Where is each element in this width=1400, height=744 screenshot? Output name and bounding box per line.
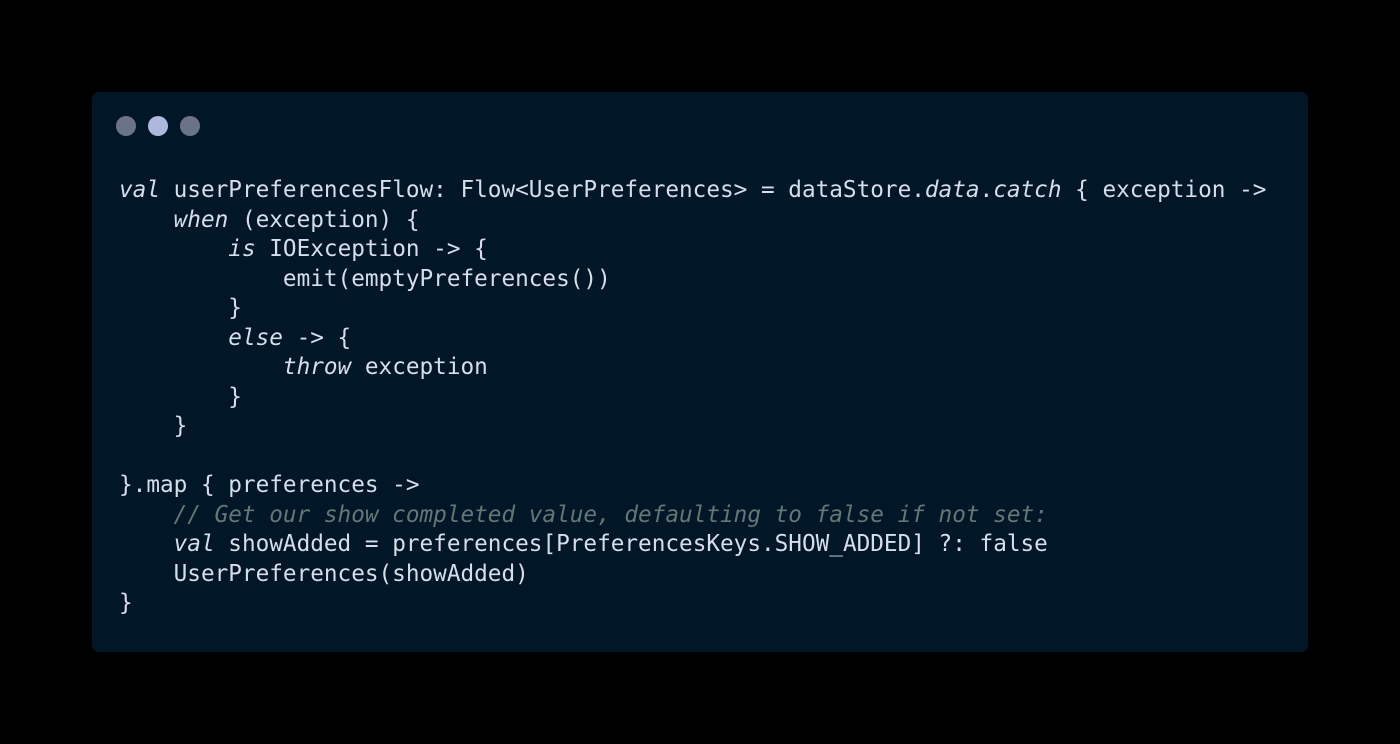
code-keyword: else [228,324,283,351]
code-line: when (exception) { [119,206,1266,236]
code-line: } [119,589,1266,619]
code-line: UserPreferences(showAdded) [119,560,1266,590]
code-keyword: val [119,177,160,203]
code-keyword: when [173,206,229,233]
code-line: val userPreferencesFlow: Flow<UserPrefer… [119,176,1266,206]
code-token: IOException -> { [255,236,488,262]
code-line: is IOException -> { [119,235,1266,265]
code-token: exception [351,354,488,380]
code-token: showAdded = preferences[PreferencesKeys.… [214,531,1048,557]
code-token: data [924,177,980,203]
code-keyword: is [228,236,256,262]
code-token: { exception -> [1061,177,1267,203]
code-token: } [119,413,188,439]
code-token: userPreferencesFlow: Flow<UserPreference… [159,177,925,203]
code-token: } [119,590,133,616]
code-token: }.map { preferences -> [119,472,420,498]
code-token: catch [993,177,1062,203]
close-button[interactable] [116,116,136,136]
code-line: }.map { preferences -> [119,471,1266,501]
code-keyword: throw [282,354,352,380]
code-token: } [119,383,242,410]
code-keyword: val [173,531,215,557]
code-token: -> { [282,324,352,351]
code-token: UserPreferences(showAdded) [119,560,529,587]
code-window: val userPreferencesFlow: Flow<UserPrefer… [92,92,1308,652]
code-line: else -> { [119,324,1266,354]
maximize-button[interactable] [180,116,200,136]
code-token: } [119,295,242,321]
code-comment: // Get our show completed value, default… [173,501,1048,528]
code-line: emit(emptyPreferences()) [119,265,1266,295]
minimize-button[interactable] [148,116,168,136]
code-line: } [119,412,1266,442]
code-line: val showAdded = preferences[PreferencesK… [119,530,1266,560]
code-token: . [979,177,994,203]
code-line: throw exception [119,353,1266,383]
code-token: (exception) { [228,206,420,233]
code-block: val userPreferencesFlow: Flow<UserPrefer… [119,176,1266,619]
window-controls [116,116,200,136]
code-token: emit(emptyPreferences()) [119,265,611,292]
code-line: } [119,383,1266,413]
code-line: // Get our show completed value, default… [119,501,1266,531]
code-line: } [119,294,1266,324]
